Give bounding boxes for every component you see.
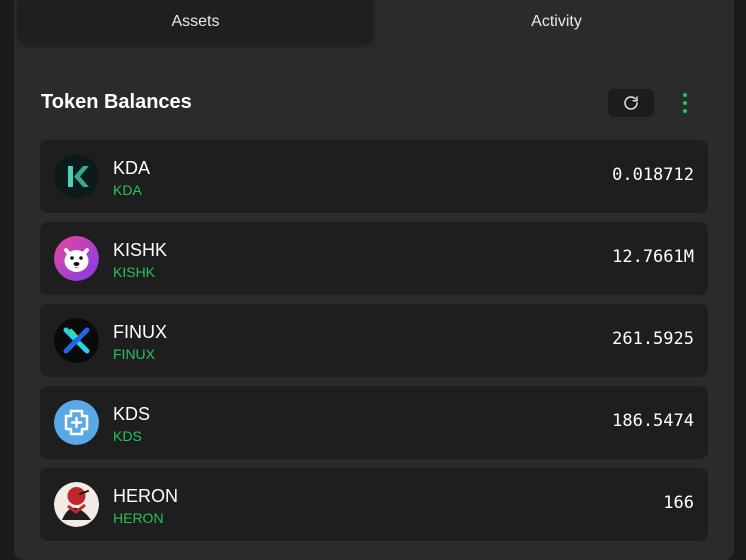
token-row-heron[interactable]: HERON HERON 166 [40,468,708,541]
section-title: Token Balances [41,91,192,113]
token-name: KISHK [113,240,168,260]
token-row-finux[interactable]: FINUX FINUX 261.5925 [40,304,708,377]
refresh-icon [624,96,638,110]
more-options-button[interactable] [676,89,694,117]
token-symbol: KDA [113,182,142,198]
more-vertical-icon [683,93,687,97]
kds-logo-icon [54,400,99,445]
token-symbol: KDS [113,428,142,444]
wallet-panel: Assets Activity Token Balances KDA KDA 0… [14,0,734,560]
refresh-button[interactable] [608,89,654,117]
kishk-logo-icon [54,236,99,281]
token-name: FINUX [113,322,167,342]
token-balance: 261.5925 [612,329,694,349]
tab-activity[interactable]: Activity [379,0,734,44]
token-name: KDA [113,158,151,178]
kda-logo-icon [54,154,99,199]
token-balance: 166 [663,493,694,513]
token-symbol: KISHK [113,264,156,280]
token-balance: 186.5474 [612,411,694,431]
token-row-kda[interactable]: KDA KDA 0.018712 [40,140,708,213]
tab-assets[interactable]: Assets [18,0,373,44]
heron-logo-icon [54,482,99,527]
token-name: HERON [113,486,179,506]
token-symbol: HERON [113,510,164,526]
token-row-kishk[interactable]: KISHK KISHK 12.7661M [40,222,708,295]
token-symbol: FINUX [113,346,155,362]
token-balance: 12.7661M [612,247,694,267]
token-balance: 0.018712 [612,165,694,185]
finux-logo-icon [54,318,99,363]
token-name: KDS [113,404,151,424]
tab-bar: Assets Activity [14,0,734,44]
token-row-kds[interactable]: KDS KDS 186.5474 [40,386,708,459]
